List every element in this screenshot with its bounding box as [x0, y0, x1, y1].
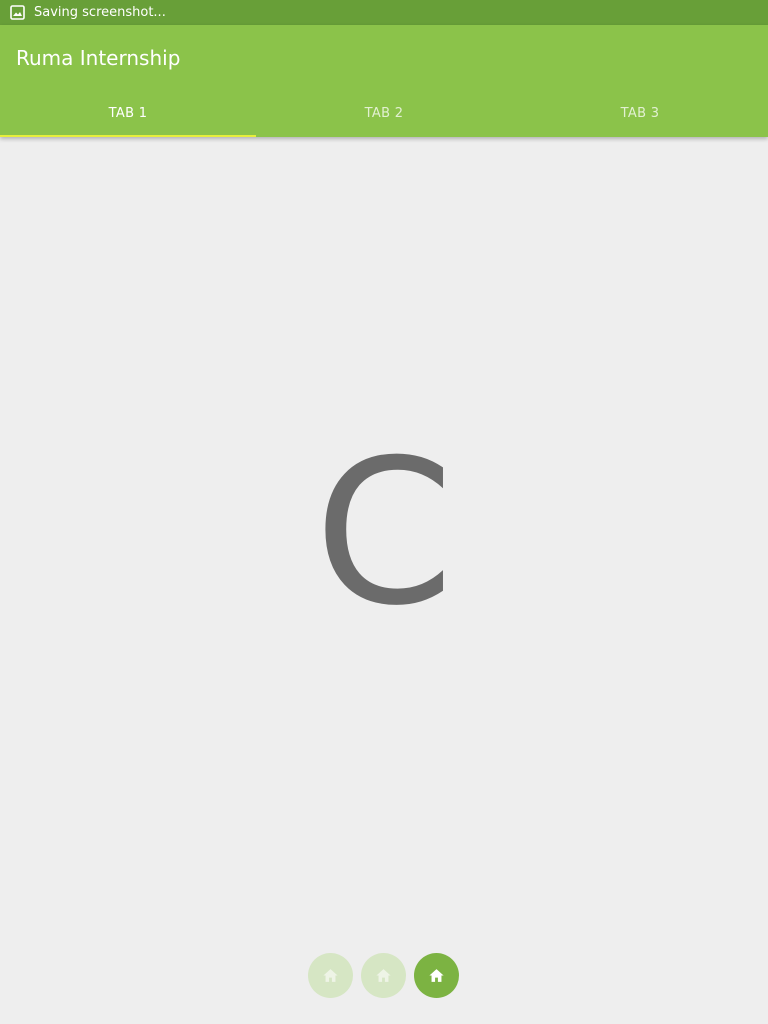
status-bar: Saving screenshot...	[0, 0, 768, 25]
page-dot-3[interactable]	[414, 953, 459, 998]
content-letter: C	[314, 417, 454, 650]
page-indicator	[308, 953, 462, 999]
tab-3-label: TAB 3	[620, 105, 660, 121]
tab-1-label: TAB 1	[108, 105, 148, 121]
home-icon	[323, 969, 338, 982]
app-title: Ruma Internship	[16, 46, 181, 70]
tab-3[interactable]: TAB 3	[512, 89, 768, 137]
tab-1[interactable]: TAB 1	[0, 89, 256, 137]
tab-content: C	[0, 137, 768, 1024]
tab-bar: TAB 1 TAB 2 TAB 3	[0, 89, 768, 137]
tab-2-label: TAB 2	[364, 105, 404, 121]
home-icon	[376, 969, 391, 982]
image-icon	[10, 5, 25, 20]
home-icon	[429, 969, 444, 982]
tab-2[interactable]: TAB 2	[256, 89, 512, 137]
status-text: Saving screenshot...	[34, 5, 166, 20]
app-bar: Ruma Internship TAB 1 TAB 2 TAB 3	[0, 25, 768, 137]
page-dot-1[interactable]	[308, 953, 353, 998]
page-dot-2[interactable]	[361, 953, 406, 998]
